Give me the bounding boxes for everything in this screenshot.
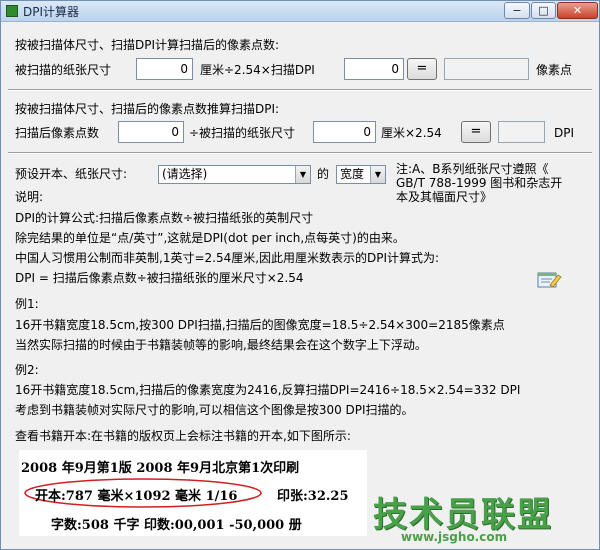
- section-divider-2: [8, 152, 592, 154]
- paper-size-input-2[interactable]: 0: [313, 121, 376, 143]
- notepad-edit-icon[interactable]: [536, 269, 562, 289]
- minimize-button[interactable]: −: [504, 2, 530, 19]
- title-bar[interactable]: DPI计算器 − □ ✕: [1, 1, 599, 22]
- of-label: 的: [317, 167, 330, 181]
- divide-paper-size-label: ÷被扫描的纸张尺寸: [189, 126, 296, 140]
- paper-format-select[interactable]: (请选择) ▼: [158, 165, 311, 184]
- dpi-result-field: [498, 121, 545, 143]
- pixel-count-input[interactable]: 0: [118, 121, 184, 143]
- wordcount-print-line: 字数:508 千字 印数:00,001 -50,000 册: [51, 518, 302, 533]
- standard-note-line3: 本及其幅面尺寸》: [396, 190, 493, 204]
- chevron-down-icon[interactable]: ▼: [370, 166, 385, 183]
- book-format-text: 开本:787 毫米×1092 毫米 1/16: [35, 489, 238, 504]
- dpi-calculator-window: DPI计算器 − □ ✕ 按被扫描体尺寸、扫描DPI计算扫描后的像素点数: 被扫…: [0, 0, 600, 550]
- paper-format-value: (请选择): [162, 167, 208, 181]
- metric-formula-line: DPI = 扫描后像素点数÷被扫描纸张的厘米尺寸×2.54: [15, 271, 304, 285]
- standard-note-line1: 注:A、B系列纸张尺寸遵照《: [396, 162, 549, 176]
- preset-label: 预设开本、纸张尺寸:: [15, 167, 128, 181]
- dimension-value: 宽度: [340, 167, 365, 181]
- example2-line2: 考虑到书籍装帧对实际尺寸的影响,可以相信这个图像是按300 DPI扫描的。: [15, 403, 414, 417]
- app-icon: [6, 5, 18, 17]
- paper-size-label: 被扫描的纸张尺寸: [15, 63, 112, 77]
- example2-line1: 16开书籍宽度18.5cm,扫描后的像素宽度为2416,反算扫描DPI=2416…: [15, 383, 521, 397]
- example1-line2: 当然实际扫描的时候由于书籍装帧等的影响,最终结果会在这个数字上下浮动。: [15, 338, 427, 352]
- pixels-unit-label: 像素点: [536, 63, 573, 77]
- watermark-url: www.jsgho.com: [401, 530, 508, 544]
- example1-title: 例1:: [15, 297, 39, 311]
- formula-line: DPI的计算公式:扫描后像素点数÷被扫描纸张的英制尺寸: [15, 211, 314, 225]
- standard-note-line2: GB/T 788-1999 图书和杂志开: [396, 176, 563, 190]
- section-divider: [8, 89, 592, 91]
- example2-title: 例2:: [15, 363, 39, 377]
- watermark-logo-text: 技术员联盟: [373, 495, 553, 535]
- explanation-title: 说明:: [15, 190, 44, 204]
- lookup-line: 查看书籍开本:在书籍的版权页上会标注书籍的开本,如下图所示:: [15, 429, 351, 443]
- calculate-dpi-button[interactable]: =: [461, 121, 491, 143]
- printed-sheets-text: 印张:32.25: [277, 489, 349, 504]
- dpi-unit-label: DPI: [554, 126, 575, 140]
- maximize-button[interactable]: □: [531, 2, 556, 19]
- copyright-page-sample: 2008 年9月第1版 2008 年9月北京第1次印刷 开本:787 毫米×10…: [19, 450, 367, 536]
- section1-heading: 按被扫描体尺寸、扫描DPI计算扫描后的像素点数:: [15, 38, 280, 52]
- edition-line: 2008 年9月第1版 2008 年9月北京第1次印刷: [21, 461, 300, 476]
- example1-line1: 16开书籍宽度18.5cm,按300 DPI扫描,扫描后的图像宽度=18.5÷2…: [15, 318, 505, 332]
- close-button[interactable]: ✕: [557, 2, 598, 19]
- cm-times-254-label: 厘米×2.54: [381, 126, 442, 140]
- dimension-select[interactable]: 宽度 ▼: [336, 165, 386, 184]
- pixels-result-field: [444, 58, 529, 80]
- metric-line: 中国人习惯用公制而非英制,1英寸=2.54厘米,因此用厘米数表示的DPI计算式为…: [15, 251, 440, 265]
- calculate-pixels-button[interactable]: =: [407, 58, 437, 80]
- paper-size-input[interactable]: 0: [136, 58, 193, 80]
- pixel-count-label: 扫描后像素点数: [15, 126, 100, 140]
- chevron-down-icon[interactable]: ▼: [295, 166, 310, 183]
- scan-dpi-input[interactable]: 0: [344, 58, 404, 80]
- unit-explanation-line: 除完结果的单位是“点/英寸”,这就是DPI(dot per inch,点每英寸)…: [15, 231, 405, 245]
- cm-times-dpi-label: 厘米÷2.54×扫描DPI: [200, 63, 315, 77]
- section2-heading: 按被扫描体尺寸、扫描后的像素点数推算扫描DPI:: [15, 102, 280, 116]
- window-title: DPI计算器: [23, 5, 80, 19]
